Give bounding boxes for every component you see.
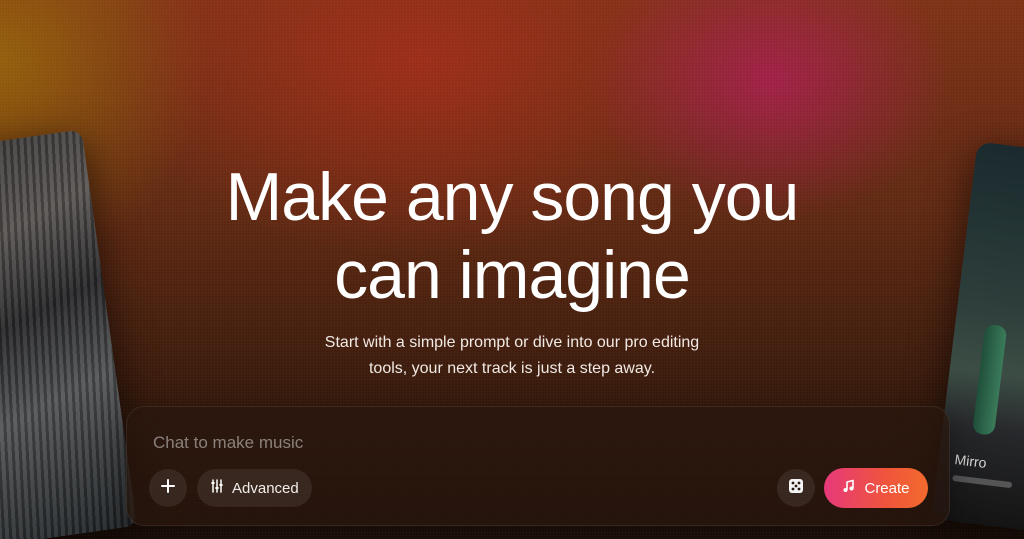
create-button[interactable]: Create xyxy=(824,468,928,508)
album-art-cactus xyxy=(972,323,1008,436)
add-button[interactable] xyxy=(149,469,187,507)
hero-subtitle-line2: tools, your next track is just a step aw… xyxy=(368,360,656,377)
hero-subtitle: Start with a simple prompt or dive into … xyxy=(312,330,712,382)
dice-icon xyxy=(787,477,805,500)
album-card-caption: Mirro xyxy=(953,451,988,471)
chat-composer: Advanced Create xyxy=(126,406,950,526)
hero-subtitle-line1: Start with a simple prompt or dive into … xyxy=(324,334,700,351)
create-label: Create xyxy=(864,479,910,497)
advanced-label: Advanced xyxy=(232,479,299,497)
random-prompt-button[interactable] xyxy=(777,469,815,507)
plus-icon xyxy=(160,478,176,499)
chat-input[interactable] xyxy=(153,429,913,457)
music-note-icon xyxy=(842,479,856,497)
hero-title-line2: can imagine xyxy=(334,237,691,313)
sliders-icon xyxy=(210,479,224,497)
album-card-subline xyxy=(952,474,1013,489)
hero-title: Make any song you can imagine xyxy=(0,158,1024,314)
hero-title-line1: Make any song you xyxy=(225,159,800,235)
advanced-button[interactable]: Advanced xyxy=(197,469,312,507)
